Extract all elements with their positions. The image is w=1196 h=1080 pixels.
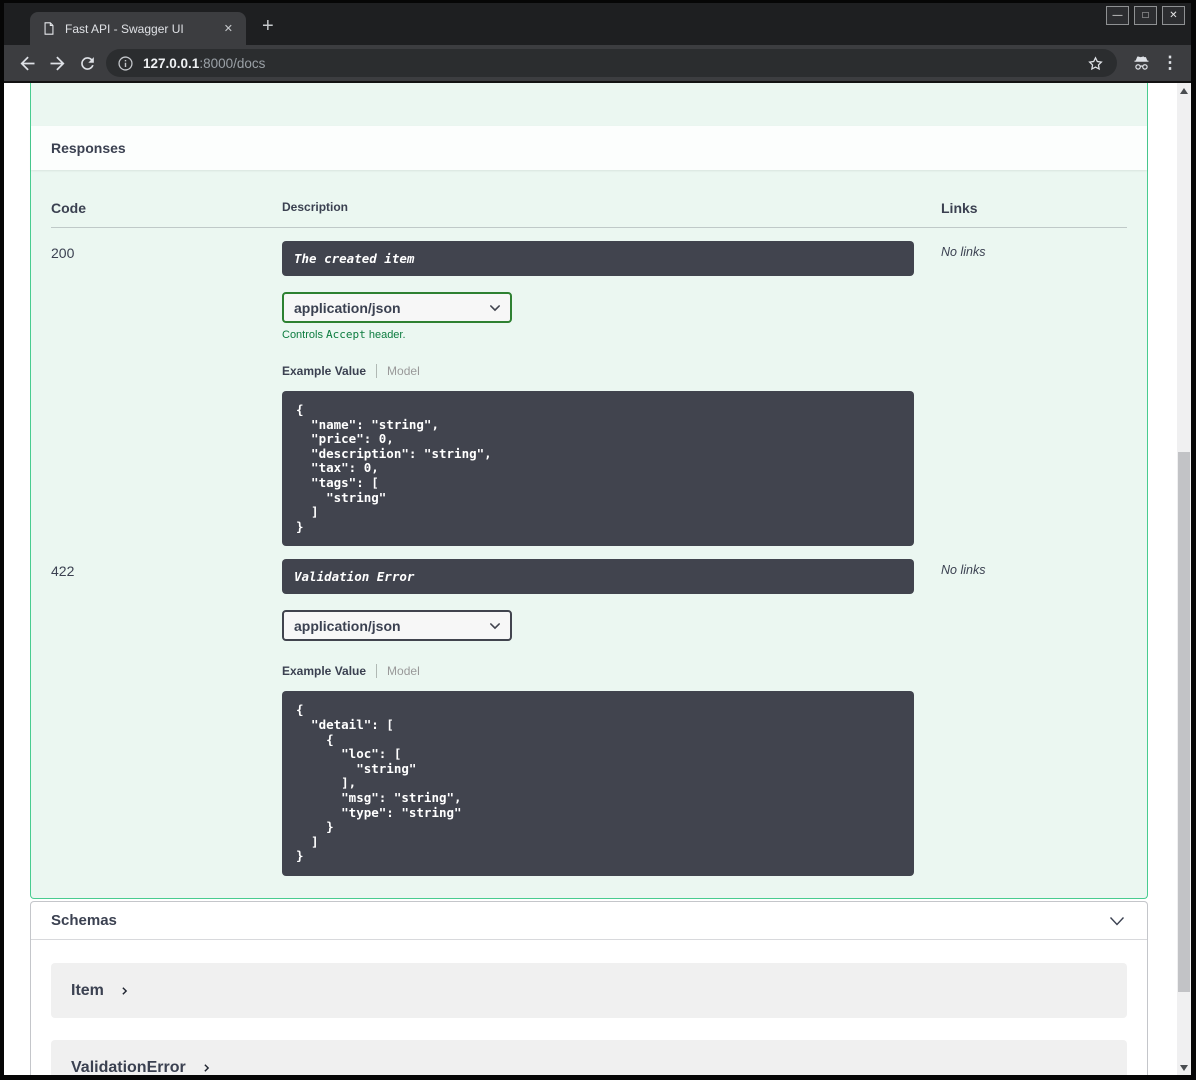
tab-close-icon[interactable]: ✕ — [219, 20, 238, 37]
window-controls: — □ ✕ — [1106, 6, 1185, 25]
schemas-title: Schemas — [51, 912, 117, 929]
tab-strip: Fast API - Swagger UI ✕ + — □ ✕ — [4, 3, 1191, 45]
favicon-document-icon — [42, 21, 56, 36]
links-column-header: Links — [941, 200, 978, 216]
media-type-select[interactable]: application/json — [282, 292, 512, 323]
tab-fastapi-swagger[interactable]: Fast API - Swagger UI ✕ — [30, 12, 246, 45]
model-label: Item — [71, 981, 104, 999]
incognito-profile-button[interactable] — [1125, 48, 1157, 78]
chevron-right-icon — [201, 1062, 212, 1074]
response-row-200: 200 The created item application/json Co… — [51, 228, 1127, 547]
responses-table-header: Code Description Links — [51, 176, 1127, 228]
response-description: The created item — [282, 241, 914, 276]
back-arrow-icon — [17, 53, 38, 74]
chevron-down-icon[interactable] — [1107, 911, 1127, 931]
accept-note-post: header. — [365, 329, 406, 341]
browser-window: Fast API - Swagger UI ✕ + — □ ✕ 127.0.0.… — [0, 0, 1196, 1080]
schemas-header[interactable]: Schemas — [31, 902, 1147, 940]
tab-example-value[interactable]: Example Value — [282, 664, 366, 678]
code-column-header: Code — [51, 200, 86, 216]
response-code: 200 — [51, 245, 75, 261]
reload-icon — [78, 54, 97, 73]
minimize-button[interactable]: — — [1106, 6, 1129, 25]
responses-title: Responses — [51, 140, 126, 156]
maximize-button[interactable]: □ — [1134, 6, 1157, 25]
model-label: ValidationError — [71, 1058, 186, 1076]
opblock-post-responses: Responses Code Description Links 200 The… — [30, 83, 1148, 899]
opblock-spacer — [31, 83, 1147, 126]
url-text: 127.0.0.1:8000/docs — [143, 56, 1082, 71]
response-code: 422 — [51, 563, 75, 580]
url-host: 127.0.0.1 — [143, 55, 200, 71]
forward-arrow-icon — [47, 53, 68, 74]
media-type-select-wrap: application/json — [282, 292, 512, 323]
swagger-page: Responses Code Description Links 200 The… — [4, 83, 1191, 1075]
bookmark-star-button[interactable] — [1082, 54, 1109, 73]
url-path: :8000/docs — [199, 55, 266, 71]
reload-button[interactable] — [72, 48, 102, 78]
new-tab-button[interactable]: + — [262, 16, 274, 45]
scroll-down-icon[interactable] — [1180, 1065, 1188, 1071]
responses-table: Code Description Links 200 The created i… — [31, 170, 1147, 898]
response-links: No links — [941, 245, 986, 259]
browser-menu-button[interactable]: ⋮ — [1157, 53, 1183, 73]
example-json-200: { "name": "string", "price": 0, "descrip… — [282, 391, 914, 547]
model-item[interactable]: Item — [51, 963, 1127, 1018]
incognito-icon — [1131, 53, 1152, 74]
close-button[interactable]: ✕ — [1162, 6, 1185, 25]
tabs-divider — [376, 364, 378, 378]
site-info-icon[interactable] — [117, 55, 134, 72]
tab-example-value[interactable]: Example Value — [282, 364, 366, 378]
description-column-header: Description — [282, 200, 349, 214]
schemas-models: Item ValidationError — [31, 940, 1147, 1075]
tab-model[interactable]: Model — [387, 364, 420, 378]
response-row-422: 422 Validation Error application/json Ex… — [51, 546, 1127, 876]
browser-toolbar: 127.0.0.1:8000/docs ⋮ — [4, 45, 1191, 83]
media-type-select[interactable]: application/json — [282, 610, 512, 642]
response-description-cell: The created item application/json Contro… — [282, 241, 914, 547]
tabs-divider — [376, 664, 378, 679]
example-json-422: { "detail": [ { "loc": [ "string" ], "ms… — [282, 691, 914, 876]
example-model-tabs: Example Value Model — [282, 364, 914, 378]
example-model-tabs: Example Value Model — [282, 664, 914, 679]
response-description: Validation Error — [282, 559, 914, 595]
chevron-right-icon — [119, 985, 130, 997]
tab-model[interactable]: Model — [387, 664, 420, 678]
response-description-cell: Validation Error application/json Exampl… — [282, 559, 914, 876]
scrollbar-thumb[interactable] — [1178, 452, 1190, 992]
media-type-select-wrap: application/json — [282, 610, 512, 642]
accept-note-code: Accept — [326, 328, 366, 341]
response-links: No links — [941, 563, 986, 578]
forward-button[interactable] — [42, 48, 72, 78]
star-icon — [1086, 54, 1105, 73]
scroll-up-icon[interactable] — [1180, 88, 1188, 94]
model-validationerror[interactable]: ValidationError — [51, 1040, 1127, 1075]
tab-title: Fast API - Swagger UI — [65, 21, 184, 36]
address-bar[interactable]: 127.0.0.1:8000/docs — [106, 49, 1117, 77]
accept-note-pre: Controls — [282, 329, 327, 341]
page-scrollbar[interactable] — [1177, 83, 1191, 1075]
accept-header-note: Controls Accept header. — [282, 328, 914, 341]
responses-section-header: Responses — [31, 126, 1147, 170]
back-button[interactable] — [12, 48, 42, 78]
schemas-section: Schemas Item ValidationError — [30, 901, 1148, 1075]
